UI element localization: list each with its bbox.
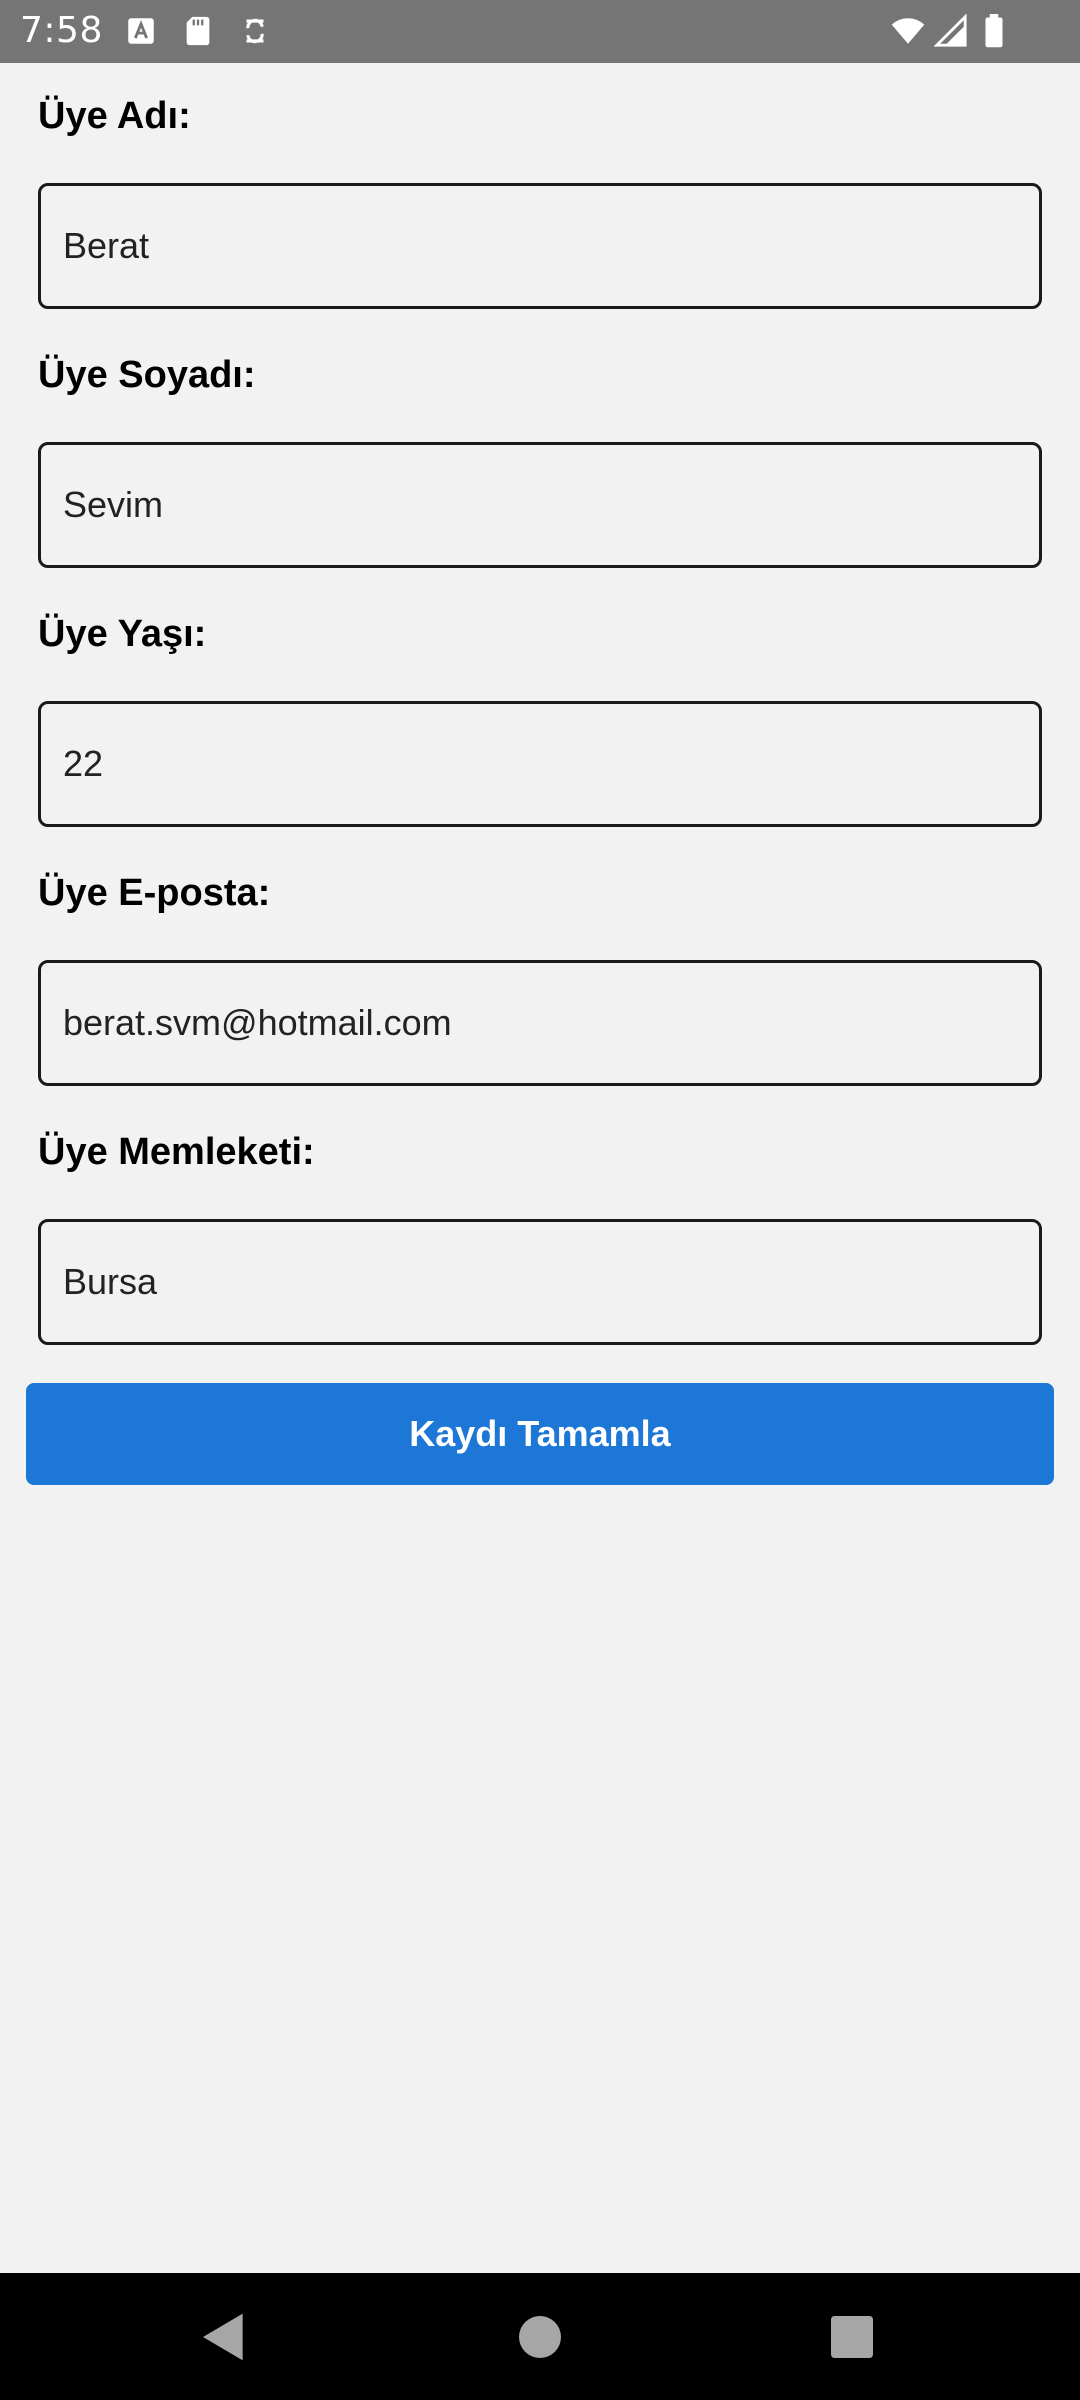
last-name-label: Üye Soyadı:	[38, 354, 256, 396]
sync-icon	[238, 14, 272, 48]
sd-card-icon	[181, 14, 215, 48]
age-input[interactable]	[38, 701, 1042, 827]
navigation-bar	[0, 2273, 1080, 2400]
last-name-input[interactable]	[38, 442, 1042, 568]
a-notification-icon	[124, 14, 158, 48]
first-name-label: Üye Adı:	[38, 95, 191, 137]
home-icon[interactable]	[512, 2309, 568, 2365]
status-bar: 7:58	[0, 0, 1080, 63]
back-icon[interactable]	[196, 2309, 252, 2365]
wifi-icon	[888, 14, 928, 48]
battery-icon	[981, 14, 1007, 48]
complete-registration-button[interactable]: Kaydı Tamamla	[26, 1383, 1054, 1485]
recents-icon[interactable]	[824, 2309, 880, 2365]
status-time: 7:58	[20, 10, 103, 51]
first-name-input[interactable]	[38, 183, 1042, 309]
email-input[interactable]	[38, 960, 1042, 1086]
age-label: Üye Yaşı:	[38, 613, 207, 655]
email-label: Üye E-posta:	[38, 872, 271, 914]
hometown-input[interactable]	[38, 1219, 1042, 1345]
hometown-label: Üye Memleketi:	[38, 1131, 315, 1173]
signal-icon	[934, 14, 968, 48]
